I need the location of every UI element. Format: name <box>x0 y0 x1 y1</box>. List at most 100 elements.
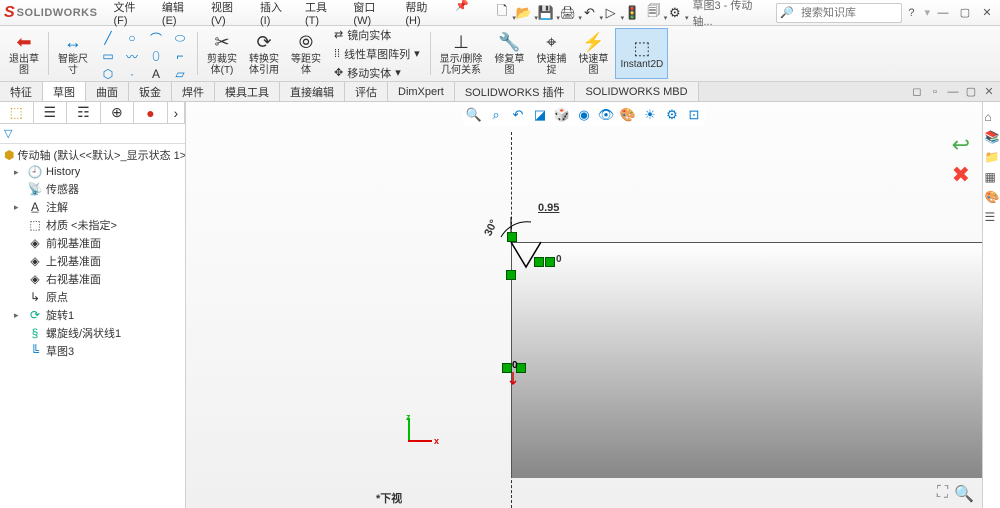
menu-insert[interactable]: 插入(I) <box>254 0 297 31</box>
tab-sketch[interactable]: 草图 <box>43 82 86 101</box>
fm-config-tab-icon[interactable]: ☶ <box>67 102 101 123</box>
zoom-fit-icon[interactable]: 🔍 <box>465 106 483 124</box>
exit-sketch-button[interactable]: ⬅ 退出草 图 <box>4 28 44 79</box>
point-tool-icon[interactable]: · <box>121 66 143 82</box>
tree-top-plane[interactable]: ◈ 上视基准面 <box>2 252 183 270</box>
mirror-button[interactable]: ⇄镜向实体 <box>332 26 422 44</box>
menu-file[interactable]: 文件(F) <box>107 0 153 31</box>
close-icon[interactable]: ✕ <box>978 5 996 21</box>
new-doc-icon[interactable]: 🗋 <box>495 5 510 21</box>
doc-max-icon[interactable]: ▢ <box>964 85 978 99</box>
tree-helix[interactable]: § 螺旋线/涡状线1 <box>2 324 183 342</box>
tab-mold[interactable]: 模具工具 <box>215 82 280 101</box>
maximize-icon[interactable]: ▢ <box>956 5 974 21</box>
rebuild-icon[interactable]: 🚦 <box>624 5 640 21</box>
relations-button[interactable]: ⊥ 显示/删除 几何关系 <box>435 28 488 79</box>
instant2d-button[interactable]: ⬚ Instant2D <box>615 28 668 79</box>
relation-symbol[interactable] <box>545 257 555 267</box>
ellipse-tool-icon[interactable]: ⬯ <box>145 48 167 64</box>
search-box[interactable]: 🔎 <box>776 3 902 23</box>
spline-tool-icon[interactable]: 〰 <box>121 48 143 64</box>
confirm-ok-icon[interactable]: ↩ <box>952 132 970 158</box>
fm-expand-icon[interactable]: › <box>168 102 185 123</box>
library-icon[interactable]: 📚 <box>985 130 999 144</box>
explorer-icon[interactable]: 📁 <box>985 150 999 164</box>
undo-icon[interactable]: ↶ <box>582 5 597 21</box>
resources-icon[interactable]: ⌂ <box>985 110 999 124</box>
tree-sketch3[interactable]: ╚ 草图3 <box>2 342 183 360</box>
relation-symbol[interactable] <box>507 232 517 242</box>
slot-tool-icon[interactable]: ⬭ <box>169 30 191 46</box>
tab-eval[interactable]: 评估 <box>345 82 388 101</box>
fm-tree-tab-icon[interactable]: ⬚ <box>0 102 34 123</box>
expand-icon[interactable]: ▸ <box>14 167 24 178</box>
tree-sensors[interactable]: 📡 传感器 <box>2 180 183 198</box>
hide-show-icon[interactable]: 👁 <box>597 106 615 124</box>
appearance-icon[interactable]: 🎨 <box>619 106 637 124</box>
offset-button[interactable]: ⦾ 等距实 体 <box>286 28 326 79</box>
tab-surface[interactable]: 曲面 <box>86 82 129 101</box>
menu-pin-icon[interactable]: 📌 <box>449 0 475 31</box>
tab-weld[interactable]: 焊件 <box>172 82 215 101</box>
orient-icon[interactable]: 🎲 <box>553 106 571 124</box>
tree-right-plane[interactable]: ◈ 右视基准面 <box>2 270 183 288</box>
pattern-button[interactable]: ⁞⁞线性草图阵列 ▾ <box>332 45 422 63</box>
tab-direct[interactable]: 直接编辑 <box>280 82 345 101</box>
tree-annotations[interactable]: ▸ A̲ 注解 <box>2 198 183 216</box>
repair-button[interactable]: 🔧 修复草 图 <box>489 28 529 79</box>
menu-view[interactable]: 视图(V) <box>205 0 252 31</box>
tab-dimxpert[interactable]: DimXpert <box>388 82 455 101</box>
rapid-sketch-button[interactable]: ⚡ 快速草 图 <box>573 28 613 79</box>
options-doc-icon[interactable]: 🗐 <box>646 5 661 21</box>
doc-next-icon[interactable]: ▫ <box>928 85 942 99</box>
move-button[interactable]: ✥移动实体 ▾ <box>332 64 422 82</box>
view-palette-icon[interactable]: ▦ <box>985 170 999 184</box>
scene-icon[interactable]: ☀ <box>641 106 659 124</box>
prev-view-icon[interactable]: ↶ <box>509 106 527 124</box>
fm-display-tab-icon[interactable]: ⊕ <box>101 102 135 123</box>
menu-edit[interactable]: 编辑(E) <box>156 0 203 31</box>
tab-feature[interactable]: 特征 <box>0 82 43 101</box>
confirm-cancel-icon[interactable]: ✖ <box>952 162 970 188</box>
zoom-control-icon[interactable]: ⛶ <box>937 484 948 504</box>
tree-history[interactable]: ▸ 🕘 History <box>2 164 183 180</box>
tab-plugins[interactable]: SOLIDWORKS 插件 <box>455 82 576 101</box>
tree-front-plane[interactable]: ◈ 前视基准面 <box>2 234 183 252</box>
custom-props-icon[interactable]: ☰ <box>985 210 999 224</box>
polygon-tool-icon[interactable]: ⬡ <box>97 66 119 82</box>
relation-symbol[interactable] <box>534 257 544 267</box>
text-tool-icon[interactable]: A <box>145 66 167 82</box>
doc-min-icon[interactable]: — <box>946 85 960 99</box>
settings-view-icon[interactable]: ⚙ <box>663 106 681 124</box>
snapshot-icon[interactable]: ⊡ <box>685 106 703 124</box>
trim-button[interactable]: ✂ 剪裁实 体(T) <box>202 28 242 79</box>
save-icon[interactable]: 💾 <box>538 5 554 21</box>
minimize-icon[interactable]: — <box>934 5 952 21</box>
fm-property-tab-icon[interactable]: ☰ <box>34 102 68 123</box>
tree-material[interactable]: ⬚ 材质 <未指定> <box>2 216 183 234</box>
tree-revolve[interactable]: ▸ ⟳ 旋转1 <box>2 306 183 324</box>
search-input[interactable] <box>797 7 901 19</box>
arc-tool-icon[interactable]: ⌒ <box>145 30 167 46</box>
expand-icon[interactable]: ▸ <box>14 310 24 321</box>
display-style-icon[interactable]: ◉ <box>575 106 593 124</box>
open-icon[interactable]: 📂 <box>516 5 532 21</box>
tab-sheet[interactable]: 钣金 <box>129 82 172 101</box>
section-icon[interactable]: ◪ <box>531 106 549 124</box>
relation-symbol[interactable] <box>506 270 516 280</box>
doc-close-icon[interactable]: ✕ <box>982 85 996 99</box>
plane-tool-icon[interactable]: ▱ <box>169 66 191 82</box>
rect-tool-icon[interactable]: ▭ <box>97 48 119 64</box>
quicksnap-button[interactable]: ⌖ 快速捕 捉 <box>531 28 571 79</box>
expand-icon[interactable]: ▸ <box>14 202 24 213</box>
appearance-pane-icon[interactable]: 🎨 <box>985 190 999 204</box>
fit-icon[interactable]: 🔍 <box>954 484 974 504</box>
select-icon[interactable]: ▷ <box>603 5 618 21</box>
filter-bar[interactable]: ▽ <box>0 124 185 144</box>
fillet-tool-icon[interactable]: ⌐ <box>169 48 191 64</box>
tab-mbd[interactable]: SOLIDWORKS MBD <box>575 82 698 101</box>
doc-prev-icon[interactable]: ◻ <box>910 85 924 99</box>
settings-icon[interactable]: ⚙ <box>667 5 682 21</box>
smart-dimension-button[interactable]: ↔ 智能尺 寸 <box>53 28 93 79</box>
line-tool-icon[interactable]: ╱ <box>97 30 119 46</box>
